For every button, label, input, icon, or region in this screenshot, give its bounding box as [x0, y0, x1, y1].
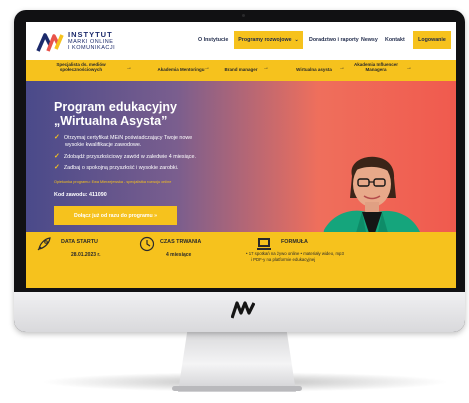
program-authors: Opiekunka programu: Ewa Mierzejewska - s… — [54, 180, 172, 184]
program-subnav: Specjalista ds. mediów społecznościowych… — [26, 60, 456, 81]
duration-value: 4 miesiące — [166, 252, 192, 258]
clock-icon — [139, 236, 155, 252]
hero-bullet-1-text: Otrzymaj certyfikat MEiN poświadczający … — [63, 135, 193, 141]
hero-bullet-1-cont: wysokie kwalifikacje zawodowe. — [65, 142, 142, 148]
start-date-value: 28.01.2023 r. — [71, 252, 101, 258]
arrow-right-icon: → — [204, 65, 210, 71]
format-label: FORMUŁA — [281, 239, 308, 245]
camera-icon — [242, 14, 245, 17]
check-icon: ✓ — [54, 134, 60, 141]
hero-title-line-1: Program edukacyjny — [54, 100, 177, 114]
site-header: INSTYTUT MARKI ONLINE I KOMUNIKACJI O In… — [26, 22, 456, 60]
rocket-icon — [37, 237, 51, 251]
monitor-stand — [178, 330, 296, 392]
join-program-label: Dołącz już od razu do programu » — [73, 212, 157, 219]
subnav-item-influencer-manager[interactable]: Akademia Influencer Managera — [350, 62, 402, 73]
nav-contact[interactable]: Kontakt — [385, 37, 405, 43]
hero-bullet-2-text: Zdobądź przyszłościowy zawód w zaledwie … — [63, 154, 197, 160]
logo-icon[interactable] — [36, 31, 64, 53]
website-screen: INSTYTUT MARKI ONLINE I KOMUNIKACJI O In… — [26, 22, 456, 288]
start-date-label: DATA STARTU — [61, 239, 98, 245]
subnav-item-virtual-assistant[interactable]: Wirtualna asysta — [288, 67, 340, 72]
logo-text[interactable]: INSTYTUT MARKI ONLINE I KOMUNIKACJI — [68, 31, 115, 52]
logo-line-1: INSTYTUT — [68, 30, 113, 39]
occupation-code: Kod zawodu: 411090 — [54, 192, 107, 198]
program-info-bar: DATA STARTU 28.01.2023 r. CZAS TRWANIA 4… — [26, 232, 456, 288]
check-icon: ✓ — [54, 153, 60, 160]
arrow-right-icon: → — [339, 65, 345, 71]
hero-bullet-1: ✓ Otrzymaj certyfikat MEiN poświadczający… — [54, 134, 192, 142]
login-button[interactable]: Logowanie — [413, 31, 451, 49]
arrow-right-icon: → — [263, 65, 269, 71]
nav-consulting[interactable]: Doradztwo i raporty — [309, 37, 359, 43]
nav-development-programs[interactable]: Programy rozwojowe ⌄ — [234, 31, 303, 49]
laptop-icon — [257, 238, 271, 250]
chevron-down-icon: ⌄ — [294, 37, 299, 43]
hero-bullet-3-text: Zadbaj o spokojną przyszłość i wysokie z… — [63, 165, 179, 171]
hero-bullet-2: ✓ Zdobądź przyszłościowy zawód w zaledwie… — [54, 153, 196, 161]
check-icon: ✓ — [54, 164, 60, 171]
hero-bullet-3: ✓ Zadbaj o spokojną przyszłość i wysokie … — [54, 164, 178, 172]
brand-logo-icon — [231, 301, 255, 319]
nav-news[interactable]: Newsy — [361, 37, 378, 43]
nav-about[interactable]: O Instytucie — [198, 37, 228, 43]
login-label: Logowanie — [418, 37, 446, 43]
subnav-item-brand-manager[interactable]: Brand manager — [220, 67, 262, 72]
logo-line-3: I KOMUNIKACJI — [68, 45, 116, 51]
hero-title-line-2: „Wirtualna Asysta” — [54, 114, 168, 128]
format-text-line-2: i PDF-y na platformie edukacyjnej — [251, 257, 316, 262]
subnav-item-social-media[interactable]: Specjalista ds. mediów społecznościowych — [42, 62, 120, 73]
monitor-stand-base — [172, 386, 302, 391]
arrow-right-icon: → — [406, 65, 412, 71]
nav-development-label: Programy rozwojowe — [238, 37, 292, 43]
arrow-right-icon: → — [126, 65, 132, 71]
duration-label: CZAS TRWANIA — [160, 239, 202, 245]
join-program-button[interactable]: Dołącz już od razu do programu » — [54, 206, 177, 225]
